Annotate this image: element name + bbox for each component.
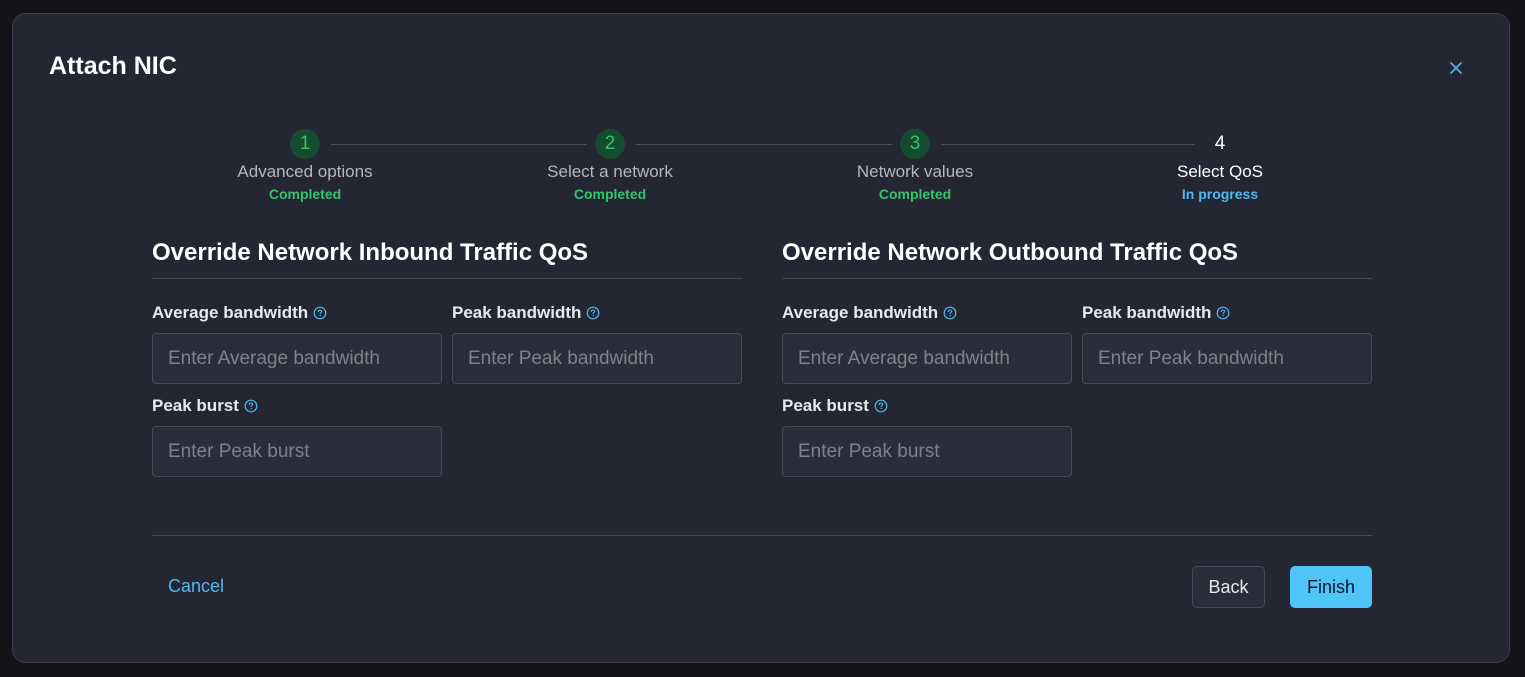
help-circle-icon[interactable]: [943, 306, 957, 320]
inbound-peak-bandwidth-input[interactable]: [452, 333, 742, 384]
outbound-peak-bandwidth-field: Peak bandwidth: [1082, 303, 1372, 384]
close-button[interactable]: [1445, 59, 1467, 81]
help-circle-icon[interactable]: [313, 306, 327, 320]
wizard-stepper: 1 Advanced options Completed 2 Select a …: [13, 129, 1509, 229]
inbound-section-heading: Override Network Inbound Traffic QoS: [152, 239, 742, 279]
close-icon: [1450, 61, 1462, 79]
dialog-title: Attach NIC: [49, 52, 177, 80]
help-circle-icon[interactable]: [586, 306, 600, 320]
field-label: Peak bandwidth: [452, 303, 582, 322]
footer-divider: [152, 535, 1372, 536]
help-circle-icon[interactable]: [874, 399, 888, 413]
inbound-peak-burst-field: Peak burst: [152, 396, 442, 477]
step-label: Network values: [856, 162, 974, 181]
field-label: Peak bandwidth: [1082, 303, 1212, 322]
step-network-values[interactable]: 3 Network values Completed: [815, 129, 1015, 202]
outbound-section-heading: Override Network Outbound Traffic QoS: [782, 239, 1372, 279]
help-circle-icon[interactable]: [1216, 306, 1230, 320]
attach-nic-dialog: Attach NIC 1 Advanced options Completed …: [12, 13, 1510, 663]
field-label: Average bandwidth: [152, 303, 309, 322]
finish-button[interactable]: Finish: [1290, 566, 1372, 608]
inbound-average-bandwidth-field: Average bandwidth: [152, 303, 442, 384]
step-advanced-options[interactable]: 1 Advanced options Completed: [205, 129, 405, 202]
field-label: Average bandwidth: [782, 303, 939, 322]
step-status: Completed: [573, 186, 647, 202]
outbound-qos-section: Override Network Outbound Traffic QoS Av…: [782, 239, 1372, 477]
inbound-peak-bandwidth-field: Peak bandwidth: [452, 303, 742, 384]
step-status: Completed: [878, 186, 952, 202]
outbound-peak-burst-input[interactable]: [782, 426, 1072, 477]
inbound-peak-burst-input[interactable]: [152, 426, 442, 477]
step-status: In progress: [1181, 186, 1259, 202]
back-button[interactable]: Back: [1192, 566, 1265, 608]
help-circle-icon[interactable]: [244, 399, 258, 413]
step-number: 2: [595, 129, 625, 159]
outbound-average-bandwidth-input[interactable]: [782, 333, 1072, 384]
inbound-qos-section: Override Network Inbound Traffic QoS Ave…: [152, 239, 742, 477]
step-label: Advanced options: [237, 162, 373, 181]
field-label: Peak burst: [152, 396, 239, 415]
step-select-qos[interactable]: 4 Select QoS In progress: [1120, 129, 1320, 202]
step-label: Select QoS: [1177, 162, 1263, 181]
step-label: Select a network: [547, 162, 673, 181]
outbound-peak-bandwidth-input[interactable]: [1082, 333, 1372, 384]
cancel-button[interactable]: Cancel: [168, 576, 224, 597]
step-number: 1: [290, 129, 320, 159]
step-number: 4: [1214, 133, 1226, 154]
step-status: Completed: [268, 186, 342, 202]
outbound-average-bandwidth-field: Average bandwidth: [782, 303, 1072, 384]
field-label: Peak burst: [782, 396, 869, 415]
inbound-average-bandwidth-input[interactable]: [152, 333, 442, 384]
step-number: 3: [900, 129, 930, 159]
step-select-network[interactable]: 2 Select a network Completed: [510, 129, 710, 202]
outbound-peak-burst-field: Peak burst: [782, 396, 1072, 477]
